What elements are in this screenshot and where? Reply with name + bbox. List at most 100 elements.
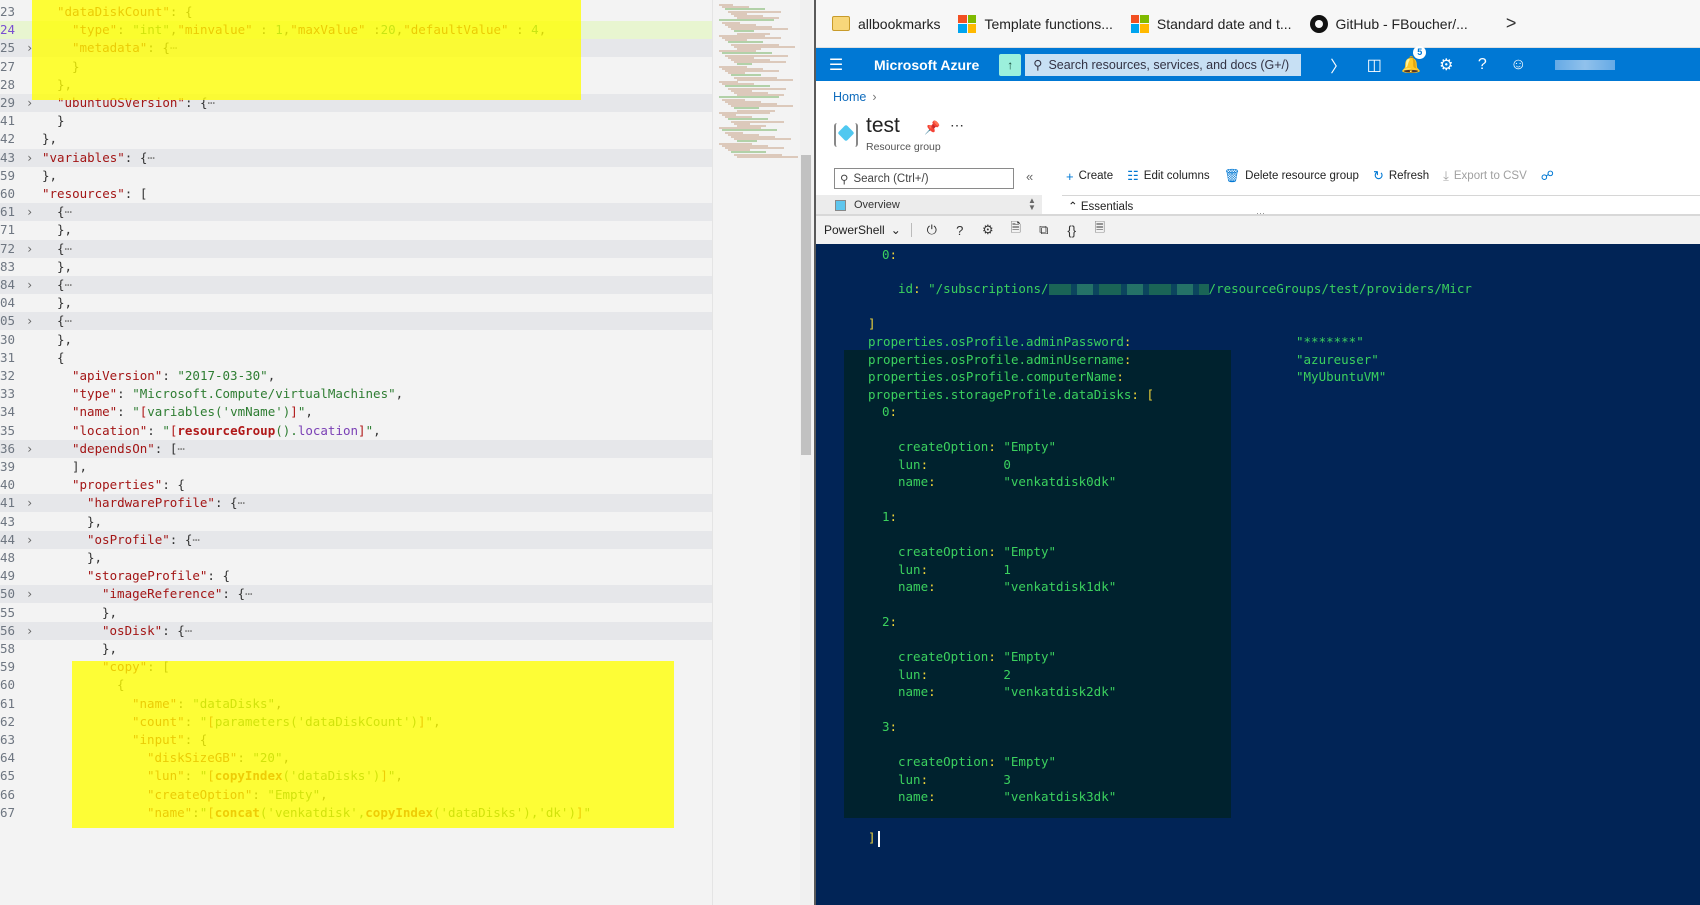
fold-chevron-icon[interactable]: ›: [26, 312, 33, 330]
code-text: "storageProfile": {: [87, 568, 230, 584]
azure-brand[interactable]: Microsoft Azure: [874, 57, 979, 73]
code-line[interactable]: 05 › {⋯: [0, 312, 770, 331]
help-icon[interactable]: ?: [1473, 56, 1491, 74]
fold-chevron-icon[interactable]: ›: [26, 240, 33, 258]
terminal-disk-index: 3:: [882, 719, 898, 734]
cloud-shell-icon[interactable]: 〉: [1329, 53, 1347, 77]
chevron-right-icon[interactable]: >: [1506, 13, 1517, 34]
bookmark-standard-date[interactable]: Standard date and t...: [1130, 14, 1292, 33]
fold-chevron-icon[interactable]: ›: [26, 440, 33, 458]
hamburger-menu-icon[interactable]: ☰: [816, 55, 856, 75]
fold-chevron-icon[interactable]: ›: [26, 494, 33, 512]
notifications-icon[interactable]: 🔔 5: [1401, 45, 1427, 75]
line-number: 65: [0, 768, 16, 784]
blade-search-input[interactable]: ⚲ Search (Ctrl+/): [834, 168, 1014, 189]
minimap[interactable]: [712, 0, 800, 905]
code-line[interactable]: 84 › {⋯: [0, 276, 770, 294]
code-line[interactable]: 71},: [0, 221, 770, 239]
editor-scrollbar-thumb[interactable]: [801, 155, 811, 455]
menu-item-overview[interactable]: Overview: [816, 195, 1042, 214]
fold-chevron-icon[interactable]: ›: [26, 622, 33, 640]
line-number: 32: [0, 368, 16, 383]
edit-columns-button[interactable]: ☷ Edit columns: [1127, 168, 1210, 184]
create-button[interactable]: + Create: [1066, 169, 1113, 184]
shell-type-select[interactable]: PowerShell ⌄: [824, 223, 912, 237]
upgrade-icon[interactable]: ↑: [999, 53, 1022, 76]
help-icon[interactable]: ?: [952, 223, 968, 238]
code-line[interactable]: 40 "properties": {: [0, 476, 770, 494]
code-text: "osDisk": {⋯: [102, 622, 193, 638]
bookmark-allbookmarks[interactable]: allbookmarks: [832, 16, 940, 32]
code-line[interactable]: 58},: [0, 640, 770, 658]
new-session-icon[interactable]: ⧉: [1036, 222, 1052, 238]
export-csv-button[interactable]: ⤓ Export to CSV: [1443, 168, 1527, 184]
code-line[interactable]: 34 "name": "[variables('vmName')]",: [0, 403, 770, 421]
code-text: "name": "[variables('vmName')]",: [72, 404, 313, 420]
code-line[interactable]: 41}: [0, 112, 770, 130]
settings-gear-icon[interactable]: ⚙: [980, 222, 996, 238]
editor-braces-icon[interactable]: {}: [1064, 223, 1080, 238]
fold-chevron-icon[interactable]: ›: [26, 149, 33, 167]
code-line[interactable]: 35 "location": "[resourceGroup().location…: [0, 422, 770, 440]
code-line[interactable]: 36 › "dependsOn": [⋯: [0, 439, 770, 458]
breadcrumb-home[interactable]: Home: [833, 90, 866, 104]
line-number: 62: [0, 713, 16, 729]
code-line[interactable]: 43 › "variables": {⋯: [0, 148, 770, 167]
code-line[interactable]: 59},: [0, 167, 770, 185]
fold-chevron-icon[interactable]: ›: [26, 276, 33, 294]
code-line[interactable]: 41 › "hardwareProfile": {⋯: [0, 494, 770, 513]
power-icon[interactable]: ⏻: [924, 222, 940, 238]
line-number: 24: [0, 22, 16, 38]
button-label: Edit columns: [1143, 170, 1210, 182]
code-line[interactable]: 31 {: [0, 349, 770, 367]
code-line[interactable]: 56 › "osDisk": {⋯: [0, 621, 770, 640]
code-line[interactable]: 32 "apiVersion": "2017-03-30",: [0, 367, 770, 385]
bookmark-github[interactable]: GitHub - FBoucher/...: [1309, 14, 1468, 33]
menu-item-label: Overview: [854, 199, 900, 211]
code-line[interactable]: 30},: [0, 331, 770, 349]
settings-gear-icon[interactable]: ⚙: [1437, 55, 1455, 75]
code-line[interactable]: 44 › "osProfile": {⋯: [0, 530, 770, 549]
code-line[interactable]: 83},: [0, 258, 770, 276]
code-line[interactable]: 61 › {⋯: [0, 203, 770, 222]
code-line[interactable]: 49 "storageProfile": {: [0, 567, 770, 585]
code-line[interactable]: 42},: [0, 130, 770, 148]
code-line[interactable]: 50 › "imageReference": {⋯: [0, 585, 770, 604]
share-button[interactable]: ☍: [1541, 168, 1554, 184]
code-line[interactable]: 55},: [0, 604, 770, 622]
fold-chevron-icon[interactable]: ›: [26, 203, 33, 221]
code-line[interactable]: 33 "type": "Microsoft.Compute/virtualMach…: [0, 385, 770, 403]
account-avatar[interactable]: [1555, 59, 1616, 70]
more-options-icon[interactable]: ⋯: [950, 117, 964, 134]
code-editor[interactable]: 23"dataDiskCount": {24"type": "int","min…: [0, 0, 812, 905]
pin-icon[interactable]: 📌: [924, 120, 940, 136]
chevron-down-icon: ⌄: [890, 223, 901, 237]
refresh-button[interactable]: ↻ Refresh: [1373, 168, 1429, 184]
code-line[interactable]: 48},: [0, 549, 770, 567]
code-line[interactable]: 04},: [0, 294, 770, 312]
cloud-shell-toolbar: PowerShell ⌄ ⏻ ? ⚙ 🗎 ⧉ {} 🗏: [816, 214, 1700, 244]
page-title: test: [866, 114, 900, 137]
web-preview-icon[interactable]: 🗏: [1092, 219, 1108, 241]
terminal-output[interactable]: 0: id: "/subscriptions//resourceGroups/te…: [816, 244, 1700, 905]
code-line[interactable]: 39],: [0, 458, 770, 476]
feedback-icon[interactable]: ☺: [1509, 56, 1527, 74]
code-text: {⋯: [57, 313, 73, 329]
delete-resource-group-button[interactable]: 🗑 Delete resource group: [1224, 168, 1359, 184]
line-number: 23: [0, 4, 16, 19]
upload-download-icon[interactable]: 🗎: [1008, 219, 1024, 241]
redacted-subscription-id: [1048, 284, 1209, 295]
global-search-input[interactable]: ⚲ Search resources, services, and docs (…: [1025, 53, 1302, 76]
line-number: 55: [0, 604, 16, 620]
code-line[interactable]: 72 › {⋯: [0, 239, 770, 258]
essentials-toggle[interactable]: ⌃ Essentials: [1062, 195, 1700, 213]
fold-chevron-icon[interactable]: ›: [26, 531, 33, 549]
collapse-menu-icon[interactable]: «: [1026, 169, 1033, 184]
code-line[interactable]: 60 "resources": [: [0, 185, 770, 203]
directory-filter-icon[interactable]: ◫: [1365, 55, 1383, 75]
code-line[interactable]: 43},: [0, 513, 770, 531]
fold-chevron-icon[interactable]: ›: [26, 585, 33, 603]
code-text: "location": "[resourceGroup().location]"…: [72, 422, 381, 438]
bookmark-template-functions[interactable]: Template functions...: [958, 14, 1113, 33]
menu-scroll-arrows-icon[interactable]: ▲ ▼: [1028, 197, 1036, 212]
